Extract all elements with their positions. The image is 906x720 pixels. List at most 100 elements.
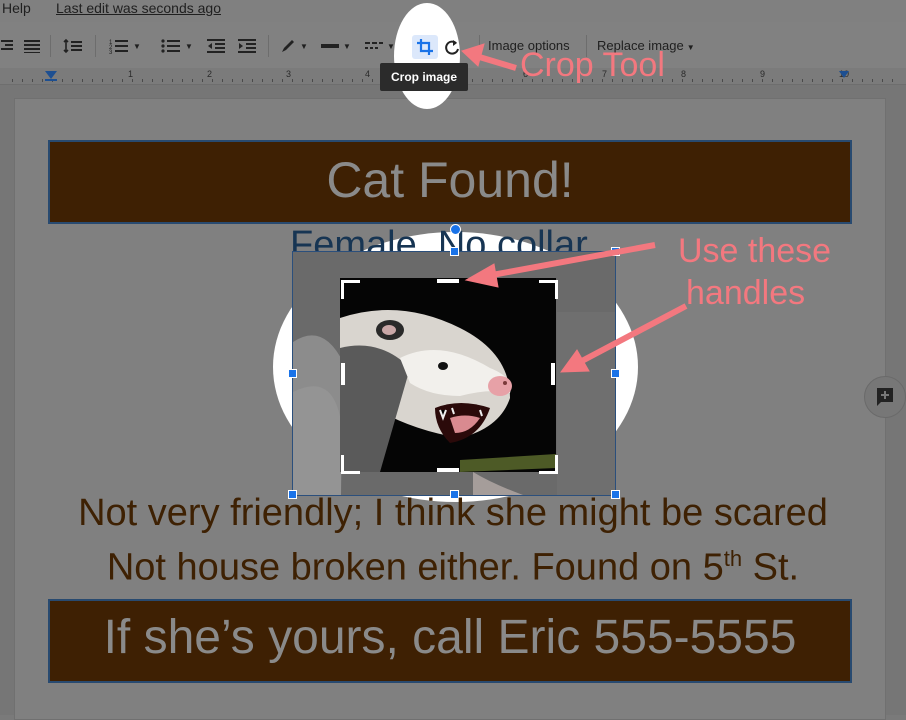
- body-line-1: Not very friendly; I think she might be …: [78, 492, 828, 534]
- border-weight-icon[interactable]: ▼: [318, 36, 354, 56]
- crop-handle-left[interactable]: [341, 363, 345, 385]
- ruler-tick: [482, 79, 483, 82]
- crop-handle-right[interactable]: [551, 363, 555, 385]
- ruler-tick: [862, 79, 863, 82]
- ruler-tick: [182, 79, 183, 82]
- contact-banner: If she’s yours, call Eric 555-5555: [48, 599, 852, 683]
- ruler-tick: [72, 79, 73, 82]
- toolbar-divider: [268, 35, 269, 57]
- toolbar-divider: [95, 35, 96, 57]
- ruler-tick: [292, 79, 293, 82]
- ruler-tick: [262, 79, 263, 82]
- crop-handle-top-right[interactable]: [539, 280, 558, 299]
- ruler-number: 8: [681, 69, 687, 79]
- ruler-tick: [222, 79, 223, 82]
- ruler-number: 3: [286, 69, 292, 79]
- ruler-tick: [312, 79, 313, 82]
- menu-bar: Help Last edit was seconds ago: [0, 0, 906, 22]
- ruler-tick: [822, 79, 823, 82]
- ruler-tick: [112, 79, 113, 82]
- svg-text:3: 3: [109, 50, 113, 54]
- resize-handle-top-right[interactable]: [611, 247, 620, 256]
- handles-annotation-line2: handles: [686, 274, 806, 312]
- body-line-2-sup: th: [723, 546, 743, 571]
- resize-handle-right[interactable]: [611, 369, 620, 378]
- right-indent-marker[interactable]: [838, 70, 850, 80]
- ruler-tick: [732, 79, 733, 82]
- add-comment-icon: [877, 388, 893, 406]
- ruler-tick: [782, 79, 783, 82]
- ruler-tick: [302, 79, 303, 82]
- ruler-tick: [362, 79, 363, 82]
- crop-handle-top[interactable]: [437, 279, 459, 283]
- crop-handle-bottom-right[interactable]: [539, 455, 558, 474]
- ruler-tick: [832, 79, 833, 82]
- crop-handle-top-left[interactable]: [341, 280, 360, 299]
- ruler-tick: [682, 79, 683, 82]
- ruler-tick: [722, 79, 723, 82]
- ruler-tick: [512, 79, 513, 82]
- decrease-indent-icon[interactable]: [205, 36, 227, 56]
- border-dash-icon[interactable]: ▼: [362, 36, 398, 56]
- numbered-list-icon[interactable]: 123 ▼: [104, 36, 146, 56]
- reset-image-icon[interactable]: [444, 37, 462, 57]
- left-indent-marker[interactable]: [44, 70, 58, 82]
- ruler-tick: [472, 79, 473, 82]
- ruler-tick: [812, 79, 813, 82]
- ruler-number: 9: [760, 69, 766, 79]
- ruler-number: 1: [128, 69, 134, 79]
- ruler-tick: [492, 79, 493, 82]
- ruler-tick: [872, 79, 873, 82]
- bulleted-list-icon[interactable]: ▼: [156, 36, 198, 56]
- ruler-tick: [702, 79, 703, 82]
- ruler-tick: [142, 79, 143, 82]
- opossum-image[interactable]: [340, 278, 556, 472]
- ruler-tick: [282, 79, 283, 82]
- crop-tool-annotation: Crop Tool: [520, 46, 665, 84]
- body-line-2-start: Not house broken either. Found on 5: [106, 546, 724, 589]
- handles-annotation-line1: Use these: [678, 232, 832, 270]
- line-spacing-icon[interactable]: [62, 36, 84, 56]
- ruler-tick: [712, 79, 713, 82]
- ruler-tick: [152, 79, 153, 82]
- rotate-handle[interactable]: [450, 224, 461, 235]
- ruler-tick: [102, 79, 103, 82]
- title-banner: Cat Found!: [48, 140, 852, 224]
- ruler-tick: [252, 79, 253, 82]
- last-edit-link[interactable]: Last edit was seconds ago: [56, 0, 221, 16]
- add-comment-button[interactable]: [864, 376, 906, 418]
- crop-handle-bottom[interactable]: [437, 468, 459, 472]
- toolbar-divider: [50, 35, 51, 57]
- align-right-icon[interactable]: [0, 36, 14, 56]
- ruler-tick: [372, 79, 373, 82]
- justify-icon[interactable]: [22, 36, 42, 56]
- ruler-tick: [162, 79, 163, 82]
- resize-handle-top[interactable]: [450, 247, 459, 256]
- ruler-tick: [212, 79, 213, 82]
- resize-handle-left[interactable]: [288, 369, 297, 378]
- crop-icon: [417, 39, 433, 55]
- ruler-tick: [322, 79, 323, 82]
- ruler-tick: [12, 79, 13, 82]
- increase-indent-icon[interactable]: [236, 36, 258, 56]
- crop-handle-bottom-left[interactable]: [341, 455, 360, 474]
- ruler-tick: [672, 79, 673, 82]
- body-line-2-end: St.: [742, 546, 800, 589]
- ruler-tick: [42, 79, 43, 82]
- ruler-tick: [882, 79, 883, 82]
- ruler-number: 4: [365, 69, 371, 79]
- ruler-tick: [32, 79, 33, 82]
- border-color-icon[interactable]: ▼: [276, 36, 312, 56]
- crop-image-button[interactable]: [412, 35, 438, 59]
- ruler-tick: [772, 79, 773, 82]
- ruler-tick: [892, 79, 893, 82]
- ruler-tick: [92, 79, 93, 82]
- contact-text: If she’s yours, call Eric 555-5555: [103, 611, 797, 664]
- ruler-tick: [352, 79, 353, 82]
- ruler-tick: [502, 79, 503, 82]
- title-text: Cat Found!: [326, 152, 574, 208]
- ruler-tick: [752, 79, 753, 82]
- menu-help[interactable]: Help: [2, 0, 31, 16]
- ruler-tick: [82, 79, 83, 82]
- ruler-tick: [342, 79, 343, 82]
